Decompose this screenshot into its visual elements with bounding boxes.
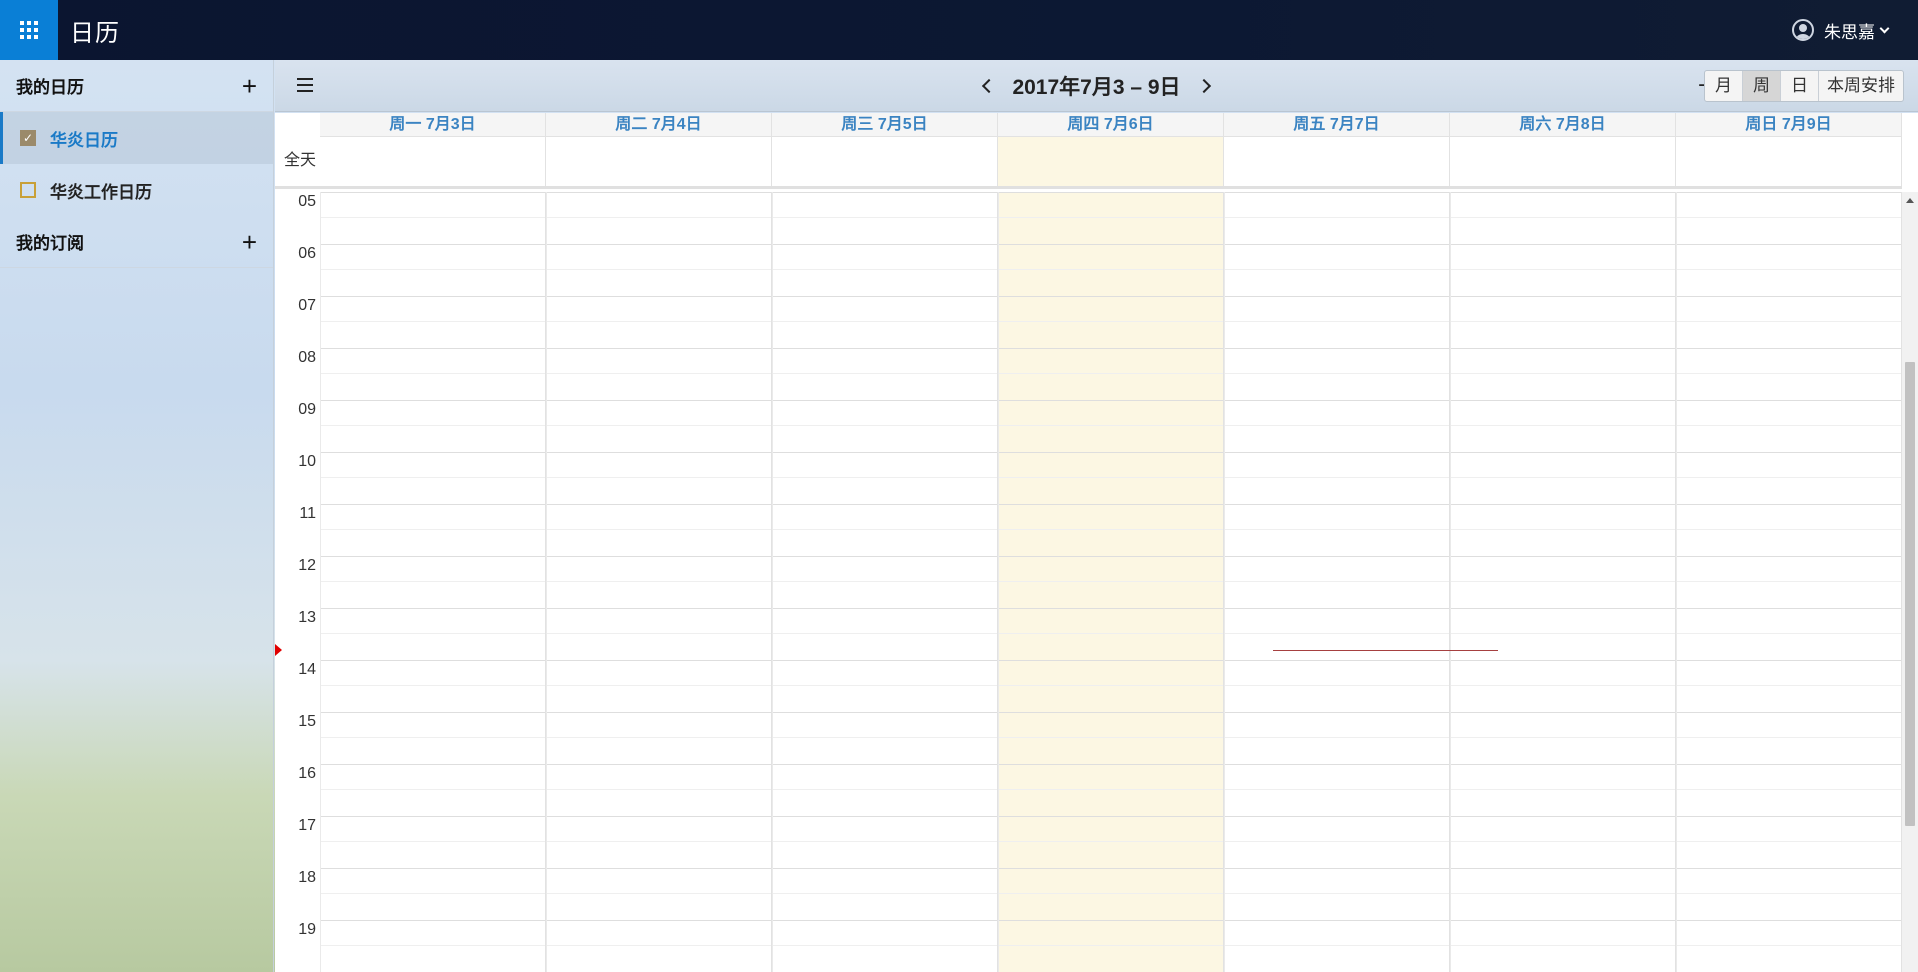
hour-label: 08 [298, 349, 316, 366]
user-name: 朱思嘉 [1824, 22, 1875, 42]
calendar-toolbar: 2017年7月3 – 9日 + 月 周 日 本周安排 [275, 60, 1918, 112]
allday-cell[interactable] [1224, 137, 1450, 186]
app-launcher-button[interactable] [0, 0, 58, 60]
calendar-label: 华炎工作日历 [50, 182, 152, 202]
date-navigator: 2017年7月3 – 9日 [275, 60, 1918, 112]
sidebar-item-huayan-work-calendar[interactable]: 华炎工作日历 [0, 164, 273, 216]
hour-label: 17 [298, 817, 316, 834]
day-header[interactable]: 周六 7月8日 [1450, 113, 1676, 136]
hour-label: 06 [298, 245, 316, 262]
week-grid: 周一 7月3日 周二 7月4日 周三 7月5日 周四 7月6日 周五 7月7日 … [275, 113, 1918, 972]
allday-cell[interactable] [320, 137, 546, 186]
my-calendars-header: 我的日历 + [0, 60, 273, 112]
day-columns [320, 192, 1902, 972]
day-header[interactable]: 周日 7月9日 [1676, 113, 1902, 136]
next-week-button[interactable] [1196, 78, 1211, 94]
user-menu[interactable]: 朱思嘉 [1792, 0, 1890, 60]
checkbox-checked-icon[interactable]: ✓ [20, 130, 36, 146]
vertical-scrollbar[interactable] [1902, 192, 1918, 972]
view-month-button[interactable]: 月 [1705, 71, 1743, 101]
hour-label: 14 [298, 661, 316, 678]
hour-label: 16 [298, 765, 316, 782]
day-header-today[interactable]: 周四 7月6日 [998, 113, 1224, 136]
hour-label: 11 [299, 505, 316, 522]
allday-row: 全天 [275, 137, 1902, 189]
day-header-row: 周一 7月3日 周二 7月4日 周三 7月5日 周四 7月6日 周五 7月7日 … [320, 113, 1902, 137]
time-grid: 05 06 07 08 09 10 11 12 13 14 15 16 17 1… [275, 192, 1902, 972]
my-subscriptions-label: 我的订阅 [16, 234, 84, 253]
scroll-up-arrow-icon[interactable] [1906, 198, 1914, 203]
my-subscriptions-header: 我的订阅 + [0, 216, 273, 268]
day-header[interactable]: 周五 7月7日 [1224, 113, 1450, 136]
date-range-title: 2017年7月3 – 9日 [1012, 76, 1181, 99]
hour-label: 05 [298, 193, 316, 210]
view-switcher: 月 周 日 本周安排 [1704, 70, 1904, 102]
day-column[interactable] [772, 192, 998, 972]
my-calendars-label: 我的日历 [16, 78, 84, 97]
add-calendar-button[interactable]: + [242, 73, 257, 99]
menu-icon[interactable] [297, 78, 313, 96]
hour-label: 07 [298, 297, 316, 314]
day-header[interactable]: 周二 7月4日 [546, 113, 772, 136]
allday-label: 全天 [283, 152, 316, 169]
day-header[interactable]: 周三 7月5日 [772, 113, 998, 136]
hour-labels: 05 06 07 08 09 10 11 12 13 14 15 16 17 1… [275, 192, 320, 972]
sidebar: 我的日历 + ✓ 华炎日历 华炎工作日历 我的订阅 + [0, 60, 274, 972]
day-column[interactable] [546, 192, 772, 972]
calendar-label: 华炎日历 [50, 130, 118, 150]
day-column[interactable] [1450, 192, 1676, 972]
previous-week-button[interactable] [982, 78, 997, 94]
day-header[interactable]: 周一 7月3日 [320, 113, 546, 136]
allday-cell[interactable] [546, 137, 772, 186]
day-column[interactable] [1676, 192, 1902, 972]
hour-label: 15 [298, 713, 316, 730]
top-bar: 日历 朱思嘉 [0, 0, 1918, 60]
view-week-button[interactable]: 周 [1743, 71, 1781, 101]
sidebar-item-huayan-calendar[interactable]: ✓ 华炎日历 [0, 112, 273, 164]
allday-cell[interactable] [772, 137, 998, 186]
hour-label: 19 [298, 921, 316, 938]
scrollbar-thumb[interactable] [1905, 362, 1915, 826]
view-day-button[interactable]: 日 [1781, 71, 1819, 101]
hour-label: 18 [298, 869, 316, 886]
allday-cell[interactable] [1450, 137, 1676, 186]
user-avatar-icon [1792, 19, 1814, 41]
calendar-main: 2017年7月3 – 9日 + 月 周 日 本周安排 周一 7月3日 周二 7月… [275, 60, 1918, 972]
current-time-line [1273, 650, 1498, 651]
checkbox-unchecked-icon[interactable] [20, 182, 36, 198]
hour-label: 12 [298, 557, 316, 574]
hour-label: 10 [298, 453, 316, 470]
app-title: 日历 [70, 19, 120, 47]
day-column[interactable] [320, 192, 546, 972]
chevron-down-icon [1879, 23, 1890, 33]
allday-cell-today[interactable] [998, 137, 1224, 186]
add-subscription-button[interactable]: + [242, 229, 257, 255]
allday-cell[interactable] [1676, 137, 1902, 186]
view-agenda-button[interactable]: 本周安排 [1819, 71, 1903, 101]
waffle-icon [20, 21, 38, 39]
day-column[interactable] [1224, 192, 1450, 972]
day-column-today[interactable] [998, 192, 1224, 972]
hour-label: 09 [298, 401, 316, 418]
current-time-marker-icon [275, 644, 282, 656]
